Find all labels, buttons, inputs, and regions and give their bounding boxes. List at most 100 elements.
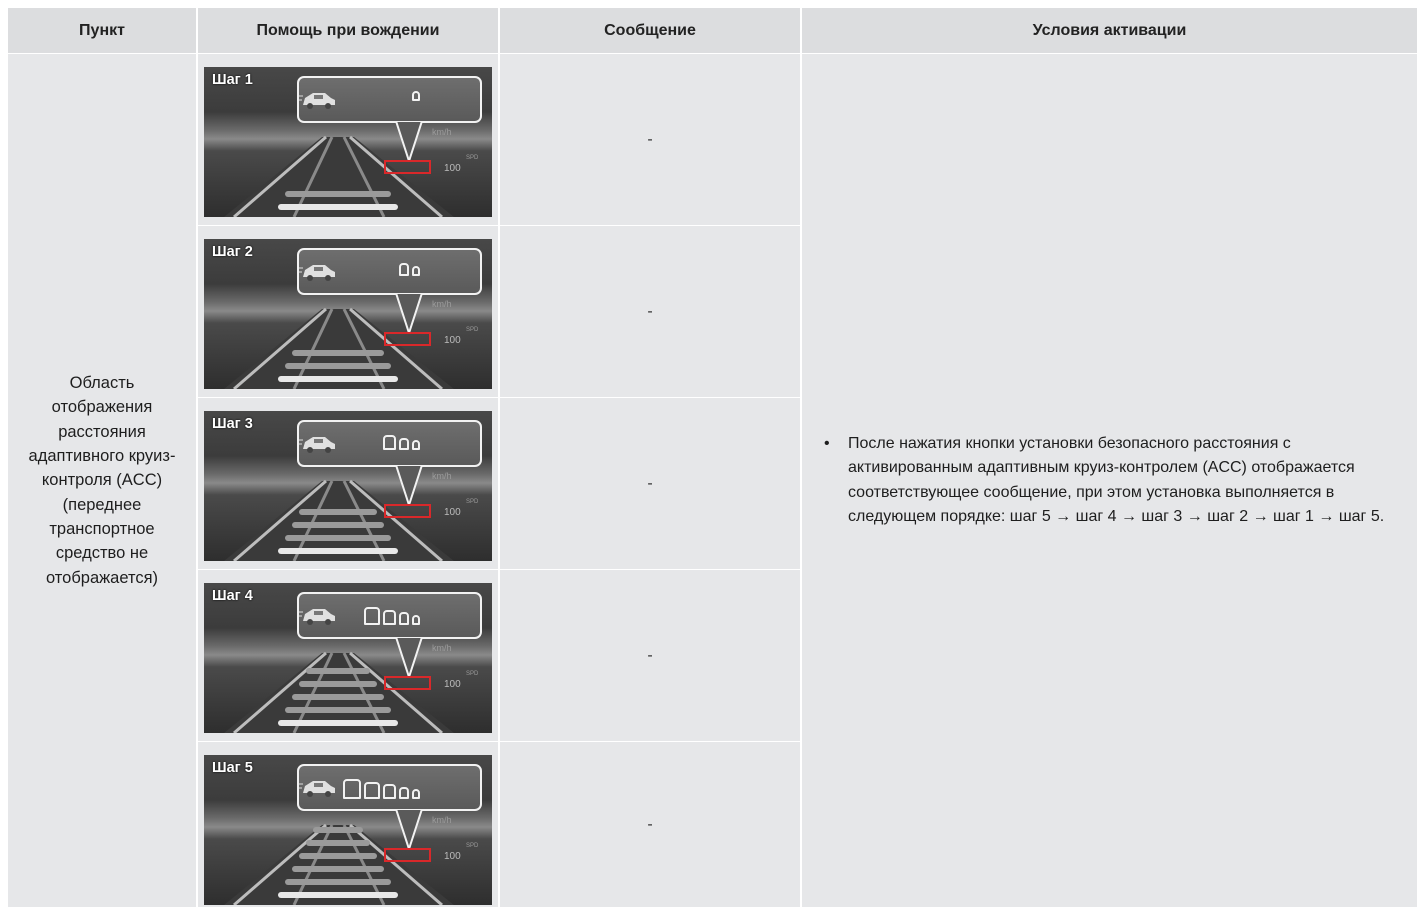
step-label: Шаг 4	[212, 588, 253, 604]
distance-bar	[364, 607, 380, 625]
row-divider	[198, 741, 498, 742]
distance-bar	[398, 437, 409, 450]
distance-bar	[364, 781, 380, 799]
callout-pointer	[394, 465, 424, 505]
speed-unit-text: km/h	[432, 471, 452, 481]
distance-bar	[382, 609, 396, 625]
set-label-text: SPD	[466, 499, 479, 505]
set-speed-text: 100	[444, 679, 461, 690]
conditions-item: После нажатия кнопки установки безопасно…	[824, 432, 1411, 529]
distance-rung	[285, 707, 391, 713]
distance-rung	[299, 681, 377, 687]
message-cell-5: -	[500, 742, 800, 907]
distance-callout	[297, 420, 482, 467]
conditions-cell: После нажатия кнопки установки безопасно…	[802, 54, 1417, 907]
distance-bar-icon	[412, 91, 420, 101]
hud-image-step-2: 100 km/h SPD Шаг 2	[204, 239, 492, 389]
distance-bar	[412, 91, 420, 101]
distance-rung	[299, 509, 377, 515]
car-icon	[299, 781, 335, 797]
distance-callout	[297, 592, 482, 639]
header-conditions: Условия активации	[802, 8, 1417, 53]
highlight-box	[384, 676, 431, 690]
distance-bar-icon	[398, 263, 420, 276]
message-text: -	[647, 815, 653, 833]
distance-bar-icon	[343, 779, 420, 799]
distance-rung	[292, 350, 384, 356]
set-speed-text: 100	[444, 335, 461, 346]
speed-unit-text: km/h	[432, 643, 452, 653]
message-cell-2: -	[500, 226, 800, 397]
message-text: -	[647, 130, 653, 148]
hud-image-step-1: 100 km/h SPD Шаг 1	[204, 67, 492, 217]
distance-bar	[412, 265, 420, 276]
distance-rung	[278, 376, 398, 382]
speed-unit-text: km/h	[432, 299, 452, 309]
item-cell: Область отображения расстояния адаптивно…	[8, 54, 196, 907]
message-text: -	[647, 302, 653, 320]
row-divider	[198, 397, 498, 398]
distance-callout	[297, 76, 482, 123]
highlight-box	[384, 848, 431, 862]
distance-bar	[412, 789, 420, 799]
distance-rung	[285, 363, 391, 369]
distance-rung	[306, 840, 370, 846]
message-cell-1: -	[500, 54, 800, 225]
activation-table: Пункт Помощь при вождении Сообщение Усло…	[8, 8, 1417, 907]
distance-bar	[398, 786, 409, 799]
row-divider	[198, 225, 498, 226]
conditions-list: После нажатия кнопки установки безопасно…	[824, 432, 1411, 529]
distance-rung	[313, 827, 363, 833]
distance-callout	[297, 764, 482, 811]
distance-rung	[285, 191, 391, 197]
highlight-box	[384, 160, 431, 174]
set-label-text: SPD	[466, 327, 479, 333]
distance-rung	[278, 892, 398, 898]
distance-bar-icon	[364, 607, 420, 625]
set-label-text: SPD	[466, 671, 479, 677]
car-icon	[299, 609, 335, 625]
set-speed-text: 100	[444, 507, 461, 518]
distance-rung	[299, 853, 377, 859]
distance-rung	[278, 720, 398, 726]
header-driving-assist: Помощь при вождении	[198, 8, 498, 53]
distance-rung	[285, 535, 391, 541]
distance-rung	[285, 879, 391, 885]
header-item: Пункт	[8, 8, 196, 53]
set-label-text: SPD	[466, 843, 479, 849]
message-text: -	[647, 646, 653, 664]
callout-pointer	[394, 637, 424, 677]
set-speed-text: 100	[444, 163, 461, 174]
distance-rung	[292, 694, 384, 700]
row-divider	[198, 569, 498, 570]
step-label: Шаг 1	[212, 72, 253, 88]
distance-bar	[382, 435, 396, 450]
car-icon	[299, 93, 335, 109]
distance-bar	[382, 784, 396, 799]
distance-bar	[412, 440, 420, 450]
hud-image-step-5: 100 km/h SPD Шаг 5	[204, 755, 492, 905]
highlight-box	[384, 332, 431, 346]
distance-bar	[398, 263, 409, 276]
callout-pointer	[394, 121, 424, 161]
distance-bar-icon	[382, 435, 420, 450]
hud-image-step-3: 100 km/h SPD Шаг 3	[204, 411, 492, 561]
car-icon	[299, 265, 335, 281]
distance-rung	[306, 668, 370, 674]
message-cell-3: -	[500, 398, 800, 569]
distance-bar	[412, 614, 420, 625]
step-label: Шаг 2	[212, 244, 253, 260]
distance-bar	[398, 612, 409, 625]
distance-rung	[292, 866, 384, 872]
set-label-text: SPD	[466, 155, 479, 161]
distance-rung	[292, 522, 384, 528]
message-text: -	[647, 474, 653, 492]
speed-unit-text: km/h	[432, 127, 452, 137]
header-message: Сообщение	[500, 8, 800, 53]
speed-unit-text: km/h	[432, 815, 452, 825]
callout-pointer	[394, 809, 424, 849]
step-label: Шаг 5	[212, 760, 253, 776]
distance-callout	[297, 248, 482, 295]
highlight-box	[384, 504, 431, 518]
step-label: Шаг 3	[212, 416, 253, 432]
